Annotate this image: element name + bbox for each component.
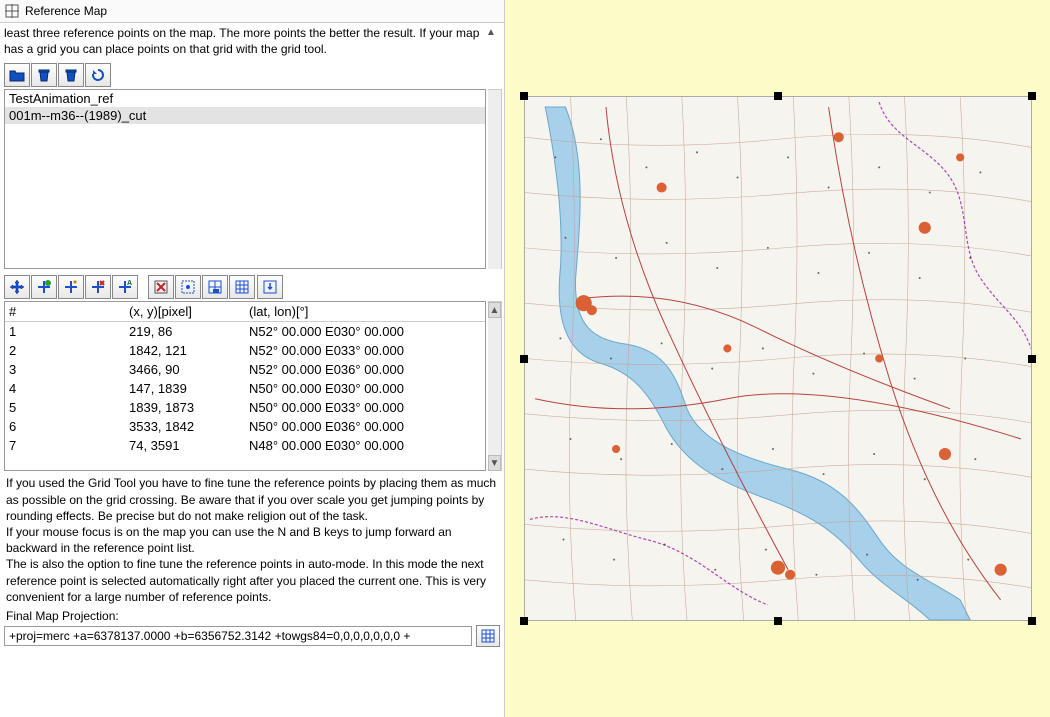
table-row[interactable]: 33466, 90N52° 00.000 E036° 00.000 [5, 360, 485, 379]
delete-point-button[interactable] [85, 275, 111, 299]
cell-latlon: N52° 00.000 E030° 00.000 [245, 322, 485, 341]
svg-text:A: A [127, 280, 132, 287]
cell-xy: 1842, 121 [125, 341, 245, 360]
trash-button-2[interactable] [58, 63, 84, 87]
table-row[interactable]: 51839, 1873N50° 00.000 E033° 00.000 [5, 398, 485, 417]
move-tool-button[interactable] [4, 275, 30, 299]
resize-handle[interactable] [1028, 617, 1036, 625]
cell-index: 4 [5, 379, 125, 398]
clear-point-button[interactable] [148, 275, 174, 299]
table-row[interactable]: 1219, 86N52° 00.000 E030° 00.000 [5, 322, 485, 341]
select-area-button[interactable] [175, 275, 201, 299]
cell-latlon: N52° 00.000 E033° 00.000 [245, 341, 485, 360]
col-header-xy: (x, y)[pixel] [125, 302, 245, 321]
cell-index: 6 [5, 417, 125, 436]
resize-handle[interactable] [520, 92, 528, 100]
table-row[interactable]: 21842, 121N52° 00.000 E033° 00.000 [5, 341, 485, 360]
cell-latlon: N50° 00.000 E030° 00.000 [245, 379, 485, 398]
cell-index: 7 [5, 436, 125, 455]
resize-handle[interactable] [520, 617, 528, 625]
map-image[interactable] [524, 96, 1032, 621]
points-table[interactable]: # (x, y)[pixel] (lat, lon)[°] 1219, 86N5… [4, 301, 486, 471]
cell-xy: 1839, 1873 [125, 398, 245, 417]
projection-grid-button[interactable] [476, 625, 500, 647]
cell-latlon: N52° 00.000 E036° 00.000 [245, 360, 485, 379]
file-item[interactable]: TestAnimation_ref [5, 90, 485, 107]
help-text-top: least three reference points on the map.… [4, 25, 482, 57]
cell-index: 2 [5, 341, 125, 360]
file-list[interactable]: TestAnimation_ref 001m--m36--(1989)_cut [4, 89, 486, 269]
auto-point-button[interactable]: A [112, 275, 138, 299]
cell-latlon: N50° 00.000 E036° 00.000 [245, 417, 485, 436]
grid-button-2[interactable] [229, 275, 255, 299]
reload-button[interactable] [85, 63, 111, 87]
open-folder-button[interactable] [4, 63, 30, 87]
cell-index: 3 [5, 360, 125, 379]
scroll-up-arrow[interactable]: ▲ [482, 25, 500, 57]
file-item[interactable]: 001m--m36--(1989)_cut [5, 107, 485, 124]
resize-handle[interactable] [1028, 92, 1036, 100]
projection-input[interactable] [4, 626, 472, 646]
table-row[interactable]: 774, 3591N48° 00.000 E030° 00.000 [5, 436, 485, 455]
cell-xy: 3533, 1842 [125, 417, 245, 436]
table-row[interactable]: 4147, 1839N50° 00.000 E030° 00.000 [5, 379, 485, 398]
cell-index: 5 [5, 398, 125, 417]
cell-xy: 3466, 90 [125, 360, 245, 379]
left-panel: Reference Map least three reference poin… [0, 0, 505, 717]
help-text-bottom: If you used the Grid Tool you have to fi… [0, 471, 504, 605]
table-header: # (x, y)[pixel] (lat, lon)[°] [5, 302, 485, 322]
grid-button-1[interactable] [202, 275, 228, 299]
titlebar: Reference Map [0, 0, 504, 23]
panel-scrollbar[interactable] [488, 89, 502, 269]
trash-button-1[interactable] [31, 63, 57, 87]
col-header-latlon: (lat, lon)[°] [245, 302, 485, 321]
map-area[interactable] [524, 96, 1032, 621]
file-toolbar [0, 61, 504, 89]
cell-xy: 74, 3591 [125, 436, 245, 455]
map-canvas-panel [505, 0, 1050, 717]
add-point-button[interactable] [31, 275, 57, 299]
table-scrollbar[interactable]: ▲ ▼ [488, 301, 502, 471]
table-row[interactable]: 63533, 1842N50° 00.000 E036° 00.000 [5, 417, 485, 436]
sort-button[interactable] [257, 275, 283, 299]
resize-handle[interactable] [774, 617, 782, 625]
scroll-up-icon[interactable]: ▲ [488, 302, 501, 318]
titlebar-title: Reference Map [25, 4, 107, 18]
cell-xy: 219, 86 [125, 322, 245, 341]
projection-label: Final Map Projection: [0, 605, 504, 623]
col-header-index: # [5, 302, 125, 321]
cell-index: 1 [5, 322, 125, 341]
resize-handle[interactable] [774, 92, 782, 100]
move-point-button[interactable] [58, 275, 84, 299]
cell-xy: 147, 1839 [125, 379, 245, 398]
cell-latlon: N50° 00.000 E033° 00.000 [245, 398, 485, 417]
refmap-icon [4, 3, 20, 19]
resize-handle[interactable] [1028, 355, 1036, 363]
cell-latlon: N48° 00.000 E030° 00.000 [245, 436, 485, 455]
resize-handle[interactable] [520, 355, 528, 363]
points-toolbar: A [0, 273, 504, 301]
scroll-down-icon[interactable]: ▼ [488, 455, 501, 471]
